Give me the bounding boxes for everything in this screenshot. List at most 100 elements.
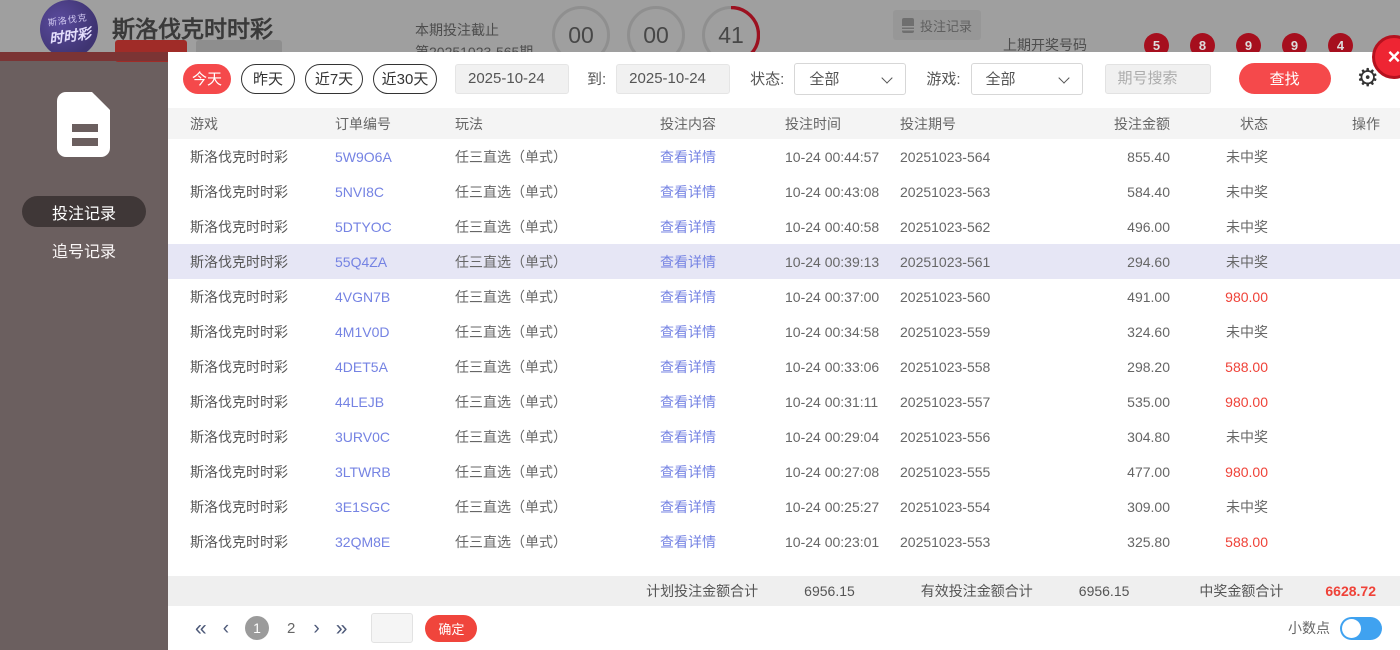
table-row: 斯洛伐克时时彩 5W9O6A 任三直选（单式） 查看详情 10-24 00:44… xyxy=(168,139,1400,174)
table-row: 斯洛伐克时时彩 55Q4ZA 任三直选（单式） 查看详情 10-24 00:39… xyxy=(168,244,1400,279)
cell-play: 任三直选（单式） xyxy=(455,147,660,167)
cell-amount: 855.40 xyxy=(1070,149,1170,165)
summary-bar: 计划投注金额合计 6956.15 有效投注金额合计 6956.15 中奖金额合计… xyxy=(168,576,1400,606)
order-link[interactable]: 3URV0C xyxy=(335,429,390,445)
page-jump-input[interactable] xyxy=(371,613,413,643)
cell-order: 3URV0C xyxy=(335,429,455,445)
cell-play: 任三直选（单式） xyxy=(455,532,660,552)
sidebar-item-bet-records[interactable]: 投注记录 xyxy=(22,196,146,227)
lottery-title: 斯洛伐克时时彩 xyxy=(112,10,273,44)
cell-order: 4M1V0D xyxy=(335,324,455,340)
logo-text-big: 时时彩 xyxy=(48,23,92,49)
cell-game: 斯洛伐克时时彩 xyxy=(168,392,335,412)
game-select[interactable]: 全部 xyxy=(971,63,1083,95)
order-link[interactable]: 4M1V0D xyxy=(335,324,389,340)
view-detail-link[interactable]: 查看详情 xyxy=(660,219,716,235)
cell-period: 20251023-561 xyxy=(900,254,1070,270)
table-row: 斯洛伐克时时彩 4VGN7B 任三直选（单式） 查看详情 10-24 00:37… xyxy=(168,279,1400,314)
cell-game: 斯洛伐克时时彩 xyxy=(168,217,335,237)
cell-amount: 584.40 xyxy=(1070,184,1170,200)
view-detail-link[interactable]: 查看详情 xyxy=(660,324,716,340)
document-icon xyxy=(902,18,914,33)
cell-time: 10-24 00:23:01 xyxy=(785,534,900,550)
cell-status: 未中奖 xyxy=(1170,427,1268,447)
confirm-button[interactable]: 确定 xyxy=(425,615,477,642)
decimal-toggle[interactable] xyxy=(1340,617,1382,640)
sidebar-item-chase-records[interactable]: 追号记录 xyxy=(22,237,146,263)
cell-content: 查看详情 xyxy=(660,217,785,237)
search-button[interactable]: 查找 xyxy=(1239,63,1331,94)
toggle-knob xyxy=(1342,619,1361,638)
view-detail-link[interactable]: 查看详情 xyxy=(660,534,716,550)
period-search-input[interactable] xyxy=(1105,64,1211,94)
cell-amount: 325.80 xyxy=(1070,534,1170,550)
prev-page-button[interactable]: ‹ xyxy=(223,619,229,638)
cell-order: 44LEJB xyxy=(335,394,455,410)
view-detail-link[interactable]: 查看详情 xyxy=(660,289,716,305)
view-detail-link[interactable]: 查看详情 xyxy=(660,359,716,375)
order-link[interactable]: 32QM8E xyxy=(335,534,390,550)
status-filter-label: 状态: xyxy=(750,68,784,89)
cell-period: 20251023-559 xyxy=(900,324,1070,340)
order-link[interactable]: 5W9O6A xyxy=(335,149,392,165)
first-page-button[interactable]: « xyxy=(195,618,207,639)
decimal-label: 小数点 xyxy=(1288,618,1330,638)
cell-play: 任三直选（单式） xyxy=(455,252,660,272)
order-link[interactable]: 3E1SGC xyxy=(335,499,390,515)
view-detail-link[interactable]: 查看详情 xyxy=(660,149,716,165)
cell-game: 斯洛伐克时时彩 xyxy=(168,427,335,447)
cell-order: 4DET5A xyxy=(335,359,455,375)
cell-amount: 535.00 xyxy=(1070,394,1170,410)
order-link[interactable]: 44LEJB xyxy=(335,394,384,410)
page-1-button[interactable]: 1 xyxy=(245,616,269,640)
order-link[interactable]: 3LTWRB xyxy=(335,464,391,480)
view-detail-link[interactable]: 查看详情 xyxy=(660,429,716,445)
filter-today-button[interactable]: 今天 xyxy=(183,64,231,94)
last-page-button[interactable]: » xyxy=(336,618,348,639)
col-amount: 投注金额 xyxy=(1070,114,1170,134)
table-row: 斯洛伐克时时彩 4DET5A 任三直选（单式） 查看详情 10-24 00:33… xyxy=(168,349,1400,384)
order-link[interactable]: 4DET5A xyxy=(335,359,388,375)
filter-7days-button[interactable]: 近7天 xyxy=(305,64,363,94)
col-action: 操作 xyxy=(1268,114,1400,134)
cell-period: 20251023-562 xyxy=(900,219,1070,235)
cell-amount: 477.00 xyxy=(1070,464,1170,480)
cell-period: 20251023-558 xyxy=(900,359,1070,375)
status-select[interactable]: 全部 xyxy=(794,63,906,95)
view-detail-link[interactable]: 查看详情 xyxy=(660,254,716,270)
table-row: 斯洛伐克时时彩 44LEJB 任三直选（单式） 查看详情 10-24 00:31… xyxy=(168,384,1400,419)
order-link[interactable]: 5DTYOC xyxy=(335,219,392,235)
order-link[interactable]: 5NVI8C xyxy=(335,184,384,200)
cell-status: 未中奖 xyxy=(1170,217,1268,237)
view-detail-link[interactable]: 查看详情 xyxy=(660,184,716,200)
date-to-input[interactable]: 2025-10-24 xyxy=(616,64,730,94)
col-time: 投注时间 xyxy=(785,114,900,134)
table-row: 斯洛伐克时时彩 3E1SGC 任三直选（单式） 查看详情 10-24 00:25… xyxy=(168,489,1400,524)
view-detail-link[interactable]: 查看详情 xyxy=(660,394,716,410)
col-content: 投注内容 xyxy=(660,114,785,134)
cell-time: 10-24 00:27:08 xyxy=(785,464,900,480)
cell-status: 未中奖 xyxy=(1170,497,1268,517)
order-link[interactable]: 4VGN7B xyxy=(335,289,390,305)
cell-period: 20251023-556 xyxy=(900,429,1070,445)
doc-icon-fold xyxy=(95,95,109,109)
cell-play: 任三直选（单式） xyxy=(455,497,660,517)
cell-status: 588.00 xyxy=(1170,359,1268,375)
view-detail-link[interactable]: 查看详情 xyxy=(660,499,716,515)
filter-yesterday-button[interactable]: 昨天 xyxy=(241,64,295,94)
bet-record-button[interactable]: 投注记录 xyxy=(893,10,981,40)
cell-game: 斯洛伐克时时彩 xyxy=(168,532,335,552)
cell-content: 查看详情 xyxy=(660,147,785,167)
cell-play: 任三直选（单式） xyxy=(455,287,660,307)
date-from-input[interactable]: 2025-10-24 xyxy=(455,64,569,94)
next-page-button[interactable]: › xyxy=(313,619,319,638)
table-row: 斯洛伐克时时彩 5NVI8C 任三直选（单式） 查看详情 10-24 00:43… xyxy=(168,174,1400,209)
order-link[interactable]: 55Q4ZA xyxy=(335,254,387,270)
cell-amount: 298.20 xyxy=(1070,359,1170,375)
valid-total-value: 6956.15 xyxy=(1079,583,1130,599)
filter-30days-button[interactable]: 近30天 xyxy=(373,64,437,94)
page-2-button[interactable]: 2 xyxy=(287,620,295,637)
win-total-value: 6628.72 xyxy=(1325,583,1376,599)
cell-content: 查看详情 xyxy=(660,392,785,412)
view-detail-link[interactable]: 查看详情 xyxy=(660,464,716,480)
